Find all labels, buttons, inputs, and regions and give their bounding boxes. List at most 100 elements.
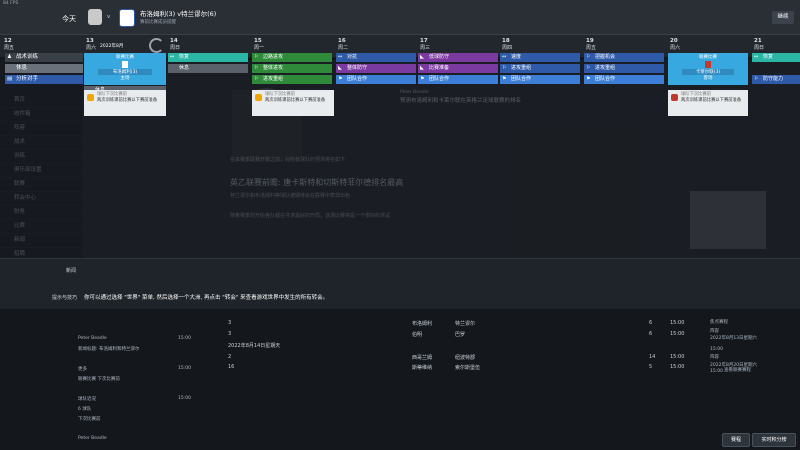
view-league-fixtures-link[interactable]: 查看联赛赛程 — [724, 367, 751, 373]
chip-21-b[interactable]: ⚐ 防守能力 — [752, 75, 800, 84]
fixture-cell-s: 5 — [649, 364, 653, 370]
news-list-item[interactable]: 更多 — [78, 366, 87, 372]
focus-panel-text: 2022年8月13日星期六 — [710, 336, 758, 341]
next-match-title[interactable]: 布洛姆利(3) v特兰谬尔(6) — [140, 8, 216, 18]
pre-match-note[interactable]: 球队下次比赛前 两次训练课前比赛以下赛前准备 — [84, 90, 166, 116]
warning-icon — [255, 94, 262, 101]
day-number: 19 — [586, 38, 594, 44]
news-list-item[interactable]: Peter Beadle — [78, 336, 107, 341]
weekday-label: 周六 — [86, 45, 97, 51]
weekday-label: 周五 — [586, 45, 597, 51]
fixture-cell-s: 6 — [649, 331, 653, 337]
chip-17-b[interactable]: ◣ 比赛准备 — [418, 64, 498, 73]
chip-16-a[interactable]: ↔ 对抗 — [336, 53, 416, 62]
news-list-item[interactable]: 新闻标题: 布洛姆利和特兰谬尔 — [78, 346, 139, 352]
chip-19-b[interactable]: ⚐ 进攻重组 — [584, 64, 664, 73]
focus-panel-text: 15:00 — [710, 347, 723, 352]
focus-panel-text: 15:00 — [710, 369, 723, 374]
fixture-cell-a: 西哥兰姆 — [412, 355, 433, 361]
day-number: 16 — [338, 38, 346, 44]
chip-15-b[interactable]: ⚐ 整体进攻 — [252, 64, 332, 73]
today-label: 今天 — [62, 15, 76, 23]
match-card-13[interactable]: 联赛比赛 布洛姆利(3) 主场 — [84, 53, 166, 85]
chip-recovery-14[interactable]: ↔ 恢复 — [168, 53, 248, 62]
chip-19-c[interactable]: ⚑ 团队合作 — [584, 75, 664, 84]
match-card-20[interactable]: 联赛比赛 卡莱尔联(3) 客场 — [668, 53, 748, 85]
tip-text: 你可以通过选择 "世界" 菜单, 然后选择一个大洲, 再点击 "转会" 来查看游… — [84, 295, 329, 301]
runner-icon: ⚐ — [254, 65, 259, 71]
menu-opposition-analysis[interactable]: ▤ 分析对手 — [5, 75, 83, 84]
match-card-title: 联赛比赛 — [116, 55, 134, 60]
weekday-label: 周一 — [254, 45, 265, 51]
fixture-cell-n: 2 — [228, 354, 232, 360]
warning-icon — [87, 94, 94, 101]
chip-18-c[interactable]: ⚑ 团队合作 — [500, 75, 580, 84]
fixture-cell-a: 布洛姆利 — [412, 321, 433, 327]
chip-15-c[interactable]: ⚐ 进攻重组 — [252, 75, 332, 84]
arrows-icon: ↔ — [338, 54, 343, 60]
chip-16-b[interactable]: ◣ 整体防守 — [336, 64, 416, 73]
fixture-cell-b: 索尔斯堡伍 — [455, 365, 481, 371]
news-list: Peter Beadle 新闻标题: 布洛姆利和特兰谬尔 更多联赛比赛 下次比赛前球… — [72, 328, 191, 450]
continue-button[interactable]: 继续 — [772, 11, 794, 24]
chip-16-c[interactable]: ⚑ 团队合作 — [336, 75, 416, 84]
fixture-cell-t: 15:00 — [670, 364, 685, 370]
chip-18-a[interactable]: ↔ 速度 — [500, 53, 580, 62]
fixture-cell-s: 6 — [649, 320, 653, 326]
pre-match-note[interactable]: 球队下次比赛前 两次训练课前比赛以下赛前准备 — [668, 90, 748, 116]
chip-17-c[interactable]: ⚑ 团队合作 — [418, 75, 498, 84]
fixture-cell-b: 巴罗 — [455, 332, 466, 338]
focus-panel-text: 焦点赛程 — [710, 320, 728, 325]
away-crest-icon — [119, 9, 135, 27]
team-icon: ⚑ — [338, 76, 343, 82]
arrows-icon: ↔ — [170, 54, 175, 60]
news-list-item[interactable]: 6 球队 — [78, 406, 91, 412]
news-time: 15:00 — [178, 366, 191, 371]
fixtures-button[interactable]: 赛程 — [722, 433, 750, 447]
weekday-label: 周日 — [170, 45, 181, 51]
runner-icon: ⚐ — [502, 65, 507, 71]
menu-tactical-training[interactable]: ♟ 战术训练 — [5, 53, 83, 62]
pre-match-note[interactable]: 球队下次比赛前 两次训练课前比赛以下赛前准备 — [252, 90, 334, 116]
focus-panel-text: 阵容 — [710, 329, 719, 334]
news-list-item[interactable]: 联赛比赛 下次比赛前 — [78, 376, 120, 382]
team-icon: ⚑ — [420, 76, 425, 82]
next-match-subtitle: 赛前比赛成员提醒 — [140, 20, 176, 25]
runner-icon: ⚐ — [254, 54, 259, 60]
news-list-item[interactable]: 下次比赛前 — [78, 416, 101, 422]
team-crest-icon — [122, 61, 128, 68]
day-number: 20 — [670, 38, 678, 44]
news-list-item[interactable]: Peter Beadle — [78, 436, 107, 441]
match-card-venue: 主场 — [120, 76, 130, 81]
chip-21-a[interactable]: ↔ 恢复 — [752, 53, 800, 62]
news-list-item[interactable]: 球队近况 — [78, 396, 96, 402]
focus-panel-text: 阵容 — [710, 355, 719, 360]
fixture-cell-n: 16 — [228, 364, 235, 370]
team-crest-icon — [705, 61, 711, 68]
calendar-month: 2022年8月 — [100, 44, 124, 49]
team-crest-icon — [671, 94, 678, 101]
loading-spinner-icon — [149, 38, 164, 53]
boot-icon: ◣ — [420, 65, 424, 71]
chip-rest-14[interactable]: 休息 — [168, 64, 248, 73]
day-number: 14 — [170, 38, 178, 44]
fixture-cell-b: 纽波特郡 — [455, 355, 476, 361]
weekday-label: 周日 — [754, 45, 765, 51]
news-tips-band: 新闻 提示与技巧 你可以通过选择 "世界" 菜单, 然后选择一个大洲, 再点击 … — [0, 258, 800, 310]
menu-rest[interactable]: 休息 — [5, 64, 83, 73]
chip-15-a[interactable]: ⚐ 边路进攻 — [252, 53, 332, 62]
day-number: 18 — [502, 38, 510, 44]
weekday-label: 周二 — [338, 45, 349, 51]
fixture-cell-t: 15:00 — [670, 331, 685, 337]
arrows-icon: ↔ — [754, 54, 759, 60]
runner-icon: ⚐ — [586, 65, 591, 71]
fixture-cell-n: 3 — [228, 320, 232, 326]
weekday-label: 周三 — [420, 45, 431, 51]
fixture-cell-t: 15:00 — [670, 320, 685, 326]
fixture-cell-s: 14 — [649, 354, 656, 360]
chip-17-a[interactable]: ◣ 低球防守 — [418, 53, 498, 62]
chip-18-b[interactable]: ⚐ 进攻重组 — [500, 64, 580, 73]
live-table-button[interactable]: 实时积分榜 — [752, 433, 796, 447]
chip-19-a[interactable]: ⚐ 把握机会 — [584, 53, 664, 62]
fixture-cell-b: 特兰谬尔 — [455, 321, 476, 327]
